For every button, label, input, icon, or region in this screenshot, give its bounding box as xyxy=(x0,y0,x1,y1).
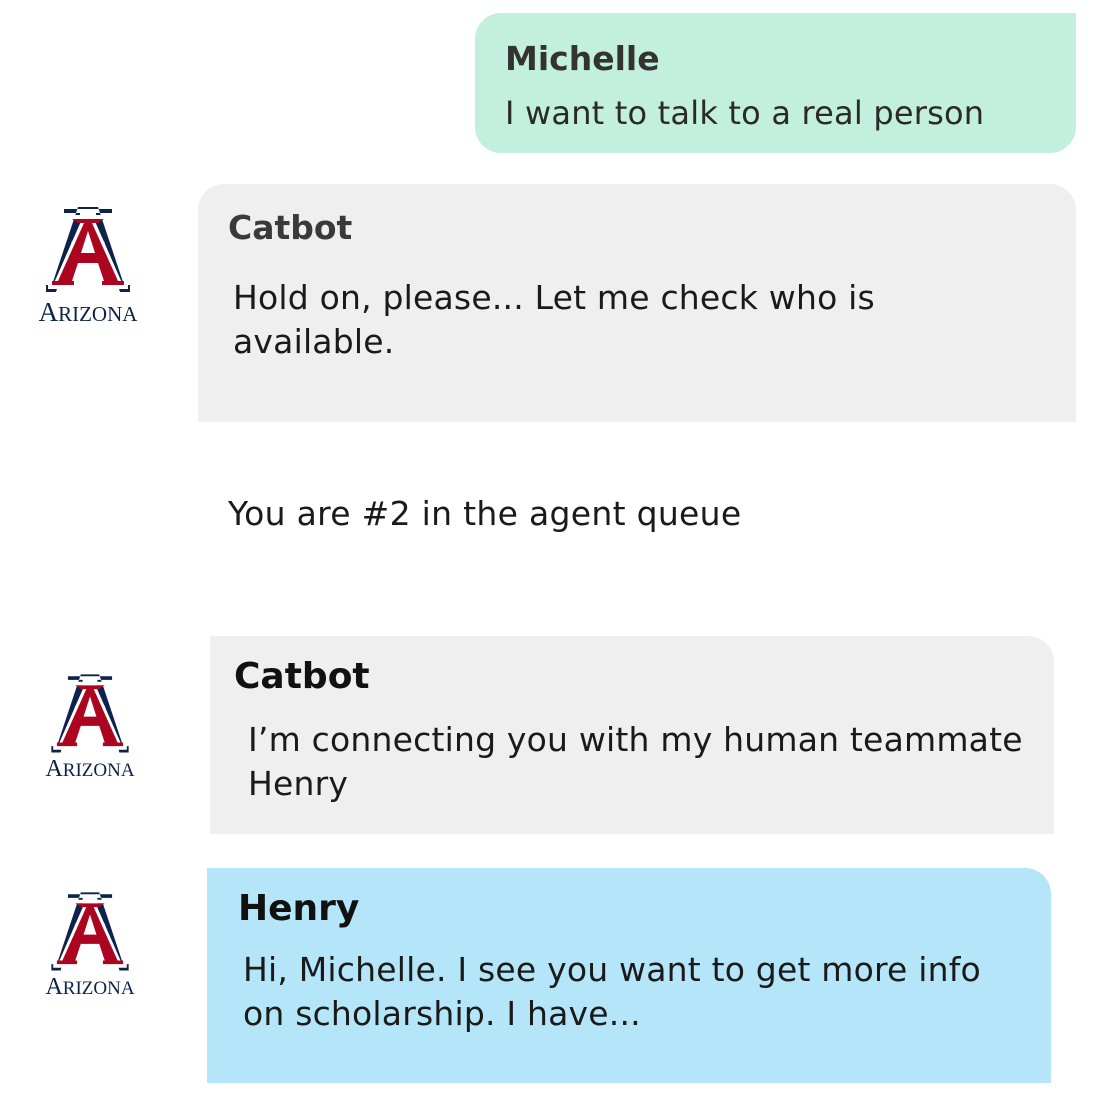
arizona-logo-avatar: ARIZONA xyxy=(38,205,138,335)
arizona-a-icon xyxy=(51,674,129,753)
message-bubble-henry: Henry Hi, Michelle. I see you want to ge… xyxy=(207,868,1051,1083)
message-bubble-michelle: Michelle I want to talk to a real person xyxy=(475,13,1076,153)
arizona-wordmark: ARIZONA xyxy=(38,297,138,327)
message-bubble-catbot: Catbot Hold on, please... Let me check w… xyxy=(198,184,1076,422)
arizona-wordmark: ARIZONA xyxy=(45,974,135,1000)
queue-status-notice: You are #2 in the agent queue xyxy=(228,494,742,533)
message-sender: Catbot xyxy=(234,656,370,697)
arizona-logo-avatar: ARIZONA xyxy=(44,672,144,802)
message-text: I’m connecting you with my human teammat… xyxy=(248,720,1023,803)
message-sender: Henry xyxy=(238,888,360,929)
arizona-a-icon xyxy=(46,207,130,292)
arizona-a-icon xyxy=(51,892,129,971)
message-text: Hold on, please... Let me check who is a… xyxy=(233,278,875,361)
message-sender: Michelle xyxy=(505,39,660,78)
arizona-wordmark: ARIZONA xyxy=(45,756,135,782)
message-sender: Catbot xyxy=(228,208,353,247)
message-text: I want to talk to a real person xyxy=(505,94,985,132)
arizona-logo-avatar: ARIZONA xyxy=(44,890,144,1020)
message-text: Hi, Michelle. I see you want to get more… xyxy=(243,950,981,1033)
message-bubble-catbot: Catbot I’m connecting you with my human … xyxy=(210,636,1054,834)
